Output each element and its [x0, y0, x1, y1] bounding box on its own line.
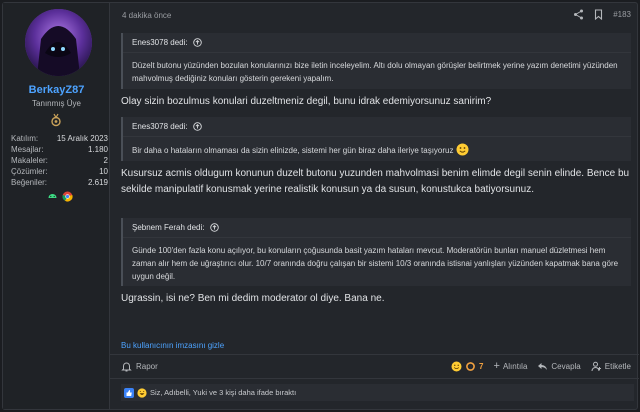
quote-header[interactable]: Şebnem Ferah dedi:	[123, 218, 631, 238]
haha-emoji-icon	[137, 387, 147, 398]
arrow-up-circle-icon[interactable]	[192, 122, 202, 131]
reaction-count: 7	[479, 361, 484, 371]
smile-emoji-icon	[456, 143, 468, 156]
quote-author[interactable]: Enes3078 dedi:	[132, 122, 188, 131]
reactions-bar[interactable]: Siz, Adıbelli, Yuki ve 3 kişi daha ifade…	[121, 384, 634, 401]
stat-value: 15 Aralık 2023	[56, 134, 108, 143]
user-sidebar: BerkayZ87 Tanınmış Üye Katılım: 15 Aralı…	[3, 3, 110, 409]
quote-body: Günde 100'den fazla konu açılıyor, bu ko…	[132, 246, 619, 281]
post-actions: 7 + Alıntıla Cevapla Etiketle	[451, 360, 631, 372]
bookmark-icon[interactable]	[593, 9, 604, 20]
quote-body: Bir daha o hataların olmaması da sizin e…	[123, 137, 631, 161]
report-button[interactable]: Rapor	[121, 361, 158, 372]
divider	[110, 354, 639, 355]
reply-text: Olay sizin bozulmus konulari duzeltmeniz…	[121, 96, 492, 107]
reactions-text[interactable]: Siz, Adıbelli, Yuki ve 3 kişi daha ifade…	[150, 388, 296, 397]
stat-row: Katılım: 15 Aralık 2023	[11, 133, 108, 144]
stat-row: Mesajlar: 1.180	[11, 144, 108, 155]
stat-label: Beğeniler:	[11, 178, 48, 187]
share-icon[interactable]	[573, 9, 584, 20]
username[interactable]: BerkayZ87	[3, 84, 110, 96]
post-number[interactable]: #183	[613, 10, 631, 19]
report-label: Rapor	[136, 362, 158, 371]
reply-text: Ugrassin, isi ne? Ben mi dedim moderator…	[121, 293, 385, 304]
reply-text: Kusursuz acmis oldugum konunun duzelt bu…	[121, 168, 630, 195]
stat-label: Mesajlar:	[11, 145, 44, 154]
stat-value: 2.619	[87, 178, 108, 187]
quote-author[interactable]: Enes3078 dedi:	[132, 38, 188, 47]
quote-header[interactable]: Enes3078 dedi:	[123, 33, 631, 53]
stat-value: 2	[103, 156, 108, 165]
quote-author[interactable]: Şebnem Ferah dedi:	[132, 223, 205, 232]
stat-label: Çözümler:	[11, 167, 48, 176]
user-title: Tanınmış Üye	[32, 99, 81, 108]
like-icon	[124, 387, 134, 398]
stat-value: 10	[99, 167, 108, 176]
smile-emoji-icon	[451, 361, 462, 371]
platform-icons	[47, 191, 73, 202]
divider	[110, 378, 639, 379]
post-time[interactable]: 4 dakika önce	[122, 11, 171, 20]
trophy-icon[interactable]	[49, 113, 63, 127]
reaction-button[interactable]: 7	[451, 361, 484, 372]
stat-value: 1.180	[87, 145, 108, 154]
tag-button[interactable]: Etiketle	[591, 361, 631, 372]
quote-block: Şebnem Ferah dedi: Günde 100'den fazla k…	[121, 218, 631, 286]
stat-label: Makaleler:	[11, 156, 48, 165]
user-tag-icon	[591, 361, 601, 371]
bell-icon	[121, 362, 132, 372]
stat-label: Katılım:	[11, 134, 39, 143]
post-main: 4 dakika önce #183 Enes3078 dedi: Düzelt…	[110, 3, 639, 409]
avatar[interactable]	[25, 9, 92, 76]
reply-button[interactable]: Cevapla	[537, 361, 581, 372]
stat-row: Çözümler: 10	[11, 166, 108, 177]
reply-label: Cevapla	[551, 361, 581, 371]
stat-row: Beğeniler: 2.619	[11, 177, 108, 188]
reply-icon	[538, 362, 548, 370]
tag-label: Etiketle	[604, 361, 631, 371]
reaction-count-icon	[466, 361, 475, 371]
chrome-icon	[62, 191, 73, 202]
post-header-actions: #183	[573, 9, 631, 20]
quote-block: Enes3078 dedi: Düzelt butonu yüzünden bo…	[121, 33, 631, 89]
stat-row: Makaleler: 2	[11, 155, 108, 166]
quote-body: Düzelt butonu yüzünden bozulan konuların…	[132, 61, 618, 83]
arrow-up-circle-icon[interactable]	[209, 223, 219, 232]
quote-text: Bir daha o hataların olmaması da sizin e…	[132, 146, 454, 155]
quote-block: Enes3078 dedi: Bir daha o hataların olma…	[121, 117, 631, 161]
plus-icon: +	[493, 360, 500, 372]
quote-label: Alıntıla	[502, 361, 528, 371]
quote-button[interactable]: + Alıntıla	[494, 360, 528, 372]
hide-signature-link[interactable]: Bu kullanıcının imzasını gizle	[121, 341, 224, 350]
quote-header[interactable]: Enes3078 dedi:	[123, 117, 631, 137]
user-stats: Katılım: 15 Aralık 2023 Mesajlar: 1.180 …	[11, 133, 108, 188]
android-icon	[48, 194, 57, 198]
post-container: BerkayZ87 Tanınmış Üye Katılım: 15 Aralı…	[2, 2, 639, 410]
arrow-up-circle-icon[interactable]	[192, 38, 202, 47]
